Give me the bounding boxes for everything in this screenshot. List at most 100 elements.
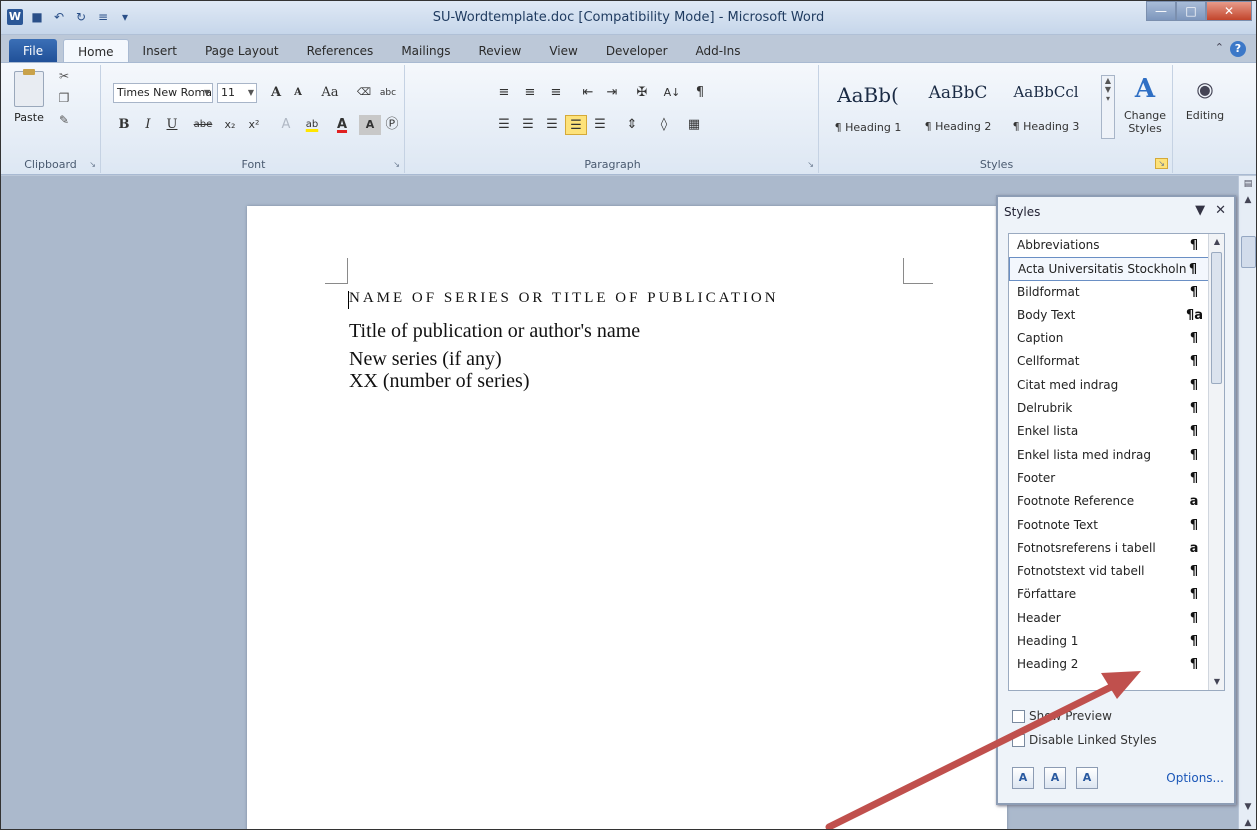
ruler-toggle-icon[interactable]: ▤	[1239, 176, 1256, 192]
scroll-up-icon[interactable]: ▲	[1209, 234, 1224, 250]
tab-page-layout[interactable]: Page Layout	[191, 39, 293, 63]
scrollbar-thumb[interactable]	[1241, 236, 1256, 268]
styles-gallery-scroll[interactable]: ▲ ▼ ▾	[1101, 75, 1115, 139]
bold-button[interactable]: B	[113, 115, 135, 135]
multilevel-list-icon[interactable]: ≡	[545, 83, 567, 103]
style-list-item[interactable]: Enkel lista med indrag ¶	[1009, 444, 1224, 467]
options-link[interactable]: Options...	[1166, 771, 1224, 785]
font-size-box[interactable]: 11 ▼	[217, 83, 257, 103]
previous-page-icon[interactable]: ▲	[1239, 815, 1256, 829]
grow-font-button[interactable]: A	[265, 83, 287, 103]
tab-review[interactable]: Review	[465, 39, 536, 63]
style-list-item[interactable]: Footer ¶	[1009, 467, 1224, 490]
line-spacing-icon[interactable]: ⇕	[621, 115, 643, 135]
help-icon[interactable]: ?	[1230, 41, 1246, 57]
strikethrough-button[interactable]: abe	[189, 115, 217, 135]
checkbox-box[interactable]	[1012, 733, 1025, 747]
italic-button[interactable]: I	[137, 115, 159, 135]
new-style-icon[interactable]: A	[1012, 767, 1034, 789]
style-list-item[interactable]: Fotnotstext vid tabell ¶	[1009, 560, 1224, 583]
format-painter-icon[interactable]: ✎	[55, 113, 73, 129]
shading-icon[interactable]: ◊	[653, 115, 675, 135]
style-list-item[interactable]: Delrubrik ¶	[1009, 397, 1224, 420]
show-preview-checkbox[interactable]: Show Preview	[1012, 709, 1112, 723]
style-list-item[interactable]: Författare ¶	[1009, 583, 1224, 606]
vertical-scrollbar[interactable]: ▤ ▲ ▼ ▲	[1238, 176, 1256, 829]
editing-button[interactable]: ◉ Editing	[1177, 73, 1233, 122]
scroll-down-icon[interactable]: ▼	[1209, 674, 1224, 690]
align-right-icon[interactable]: ☰	[541, 115, 563, 135]
document-page[interactable]: NAME OF SERIES OR TITLE OF PUBLICATION T…	[247, 206, 1007, 829]
sort-button[interactable]: A↓	[661, 83, 683, 103]
paragraph-launcher-icon[interactable]: ↘	[807, 160, 814, 169]
underline-button[interactable]: U	[161, 115, 183, 135]
tab-view[interactable]: View	[535, 39, 591, 63]
align-center-icon[interactable]: ☰	[517, 115, 539, 135]
tab-mailings[interactable]: Mailings	[387, 39, 464, 63]
clipboard-launcher-icon[interactable]: ↘	[89, 160, 96, 169]
style-list-item[interactable]: Footnote Reference a	[1009, 490, 1224, 513]
tab-insert[interactable]: Insert	[129, 39, 191, 63]
manage-styles-icon[interactable]: A	[1076, 767, 1098, 789]
style-list-item[interactable]: Body Text ¶a	[1009, 304, 1224, 327]
tab-add-ins[interactable]: Add-Ins	[682, 39, 755, 63]
clear-formatting-icon[interactable]: ⌫	[353, 83, 375, 103]
text-effects-icon[interactable]: A	[275, 115, 297, 135]
tab-file[interactable]: File	[9, 39, 58, 63]
styles-launcher-icon[interactable]: ↘	[1155, 158, 1168, 169]
distributed-icon[interactable]: ☰	[589, 115, 611, 135]
align-left-icon[interactable]: ☰	[493, 115, 515, 135]
scroll-up-icon[interactable]: ▲	[1239, 192, 1256, 208]
subscript-button[interactable]: x₂	[219, 115, 241, 135]
copy-icon[interactable]: ❐	[55, 91, 73, 107]
checkbox-box[interactable]	[1012, 709, 1025, 723]
style-list-item[interactable]: Heading 2 ¶	[1009, 653, 1224, 676]
change-styles-button[interactable]: A Change Styles	[1117, 73, 1173, 135]
font-color-button[interactable]: A	[331, 115, 353, 135]
highlight-button[interactable]: ab	[301, 115, 323, 135]
style-list-item[interactable]: Caption ¶	[1009, 327, 1224, 350]
bullets-icon[interactable]: ≡	[493, 83, 515, 103]
shrink-font-button[interactable]: A	[287, 83, 309, 103]
style-card-heading-1[interactable]: AaBb( ¶ Heading 1	[827, 75, 909, 141]
scroll-down-icon[interactable]: ▼	[1239, 799, 1256, 815]
style-list-item[interactable]: Heading 1 ¶	[1009, 630, 1224, 653]
disable-linked-styles-checkbox[interactable]: Disable Linked Styles	[1012, 733, 1157, 747]
paste-button[interactable]: Paste	[7, 69, 51, 124]
pane-menu-icon[interactable]: ▼	[1195, 203, 1205, 218]
style-list-item[interactable]: Enkel lista ¶	[1009, 420, 1224, 443]
change-case-button[interactable]: Aa	[315, 83, 345, 103]
borders-icon[interactable]: ▦	[683, 115, 705, 135]
style-list-item[interactable]: Footnote Text ¶	[1009, 514, 1224, 537]
style-list-item[interactable]: Bildformat ¶	[1009, 281, 1224, 304]
increase-indent-icon[interactable]: ⇥	[601, 83, 623, 103]
scrollbar-thumb[interactable]	[1211, 252, 1222, 384]
tab-references[interactable]: References	[293, 39, 388, 63]
maximize-button[interactable]: □	[1176, 1, 1206, 21]
style-list-item[interactable]: Acta Universitatis Stockholn ¶	[1009, 257, 1224, 281]
justify-icon[interactable]: ☰	[565, 115, 587, 135]
styles-list-scrollbar[interactable]: ▲ ▼	[1208, 234, 1224, 690]
minimize-ribbon-icon[interactable]: ⌃	[1215, 41, 1224, 57]
font-launcher-icon[interactable]: ↘	[393, 160, 400, 169]
tab-developer[interactable]: Developer	[592, 39, 682, 63]
numbering-icon[interactable]: ≡	[519, 83, 541, 103]
enclose-characters-icon[interactable]: Ⓟ	[381, 115, 403, 135]
style-list-item[interactable]: Abbreviations ¶	[1009, 234, 1224, 257]
style-card-heading-2[interactable]: AaBbC ¶ Heading 2	[917, 75, 999, 141]
show-marks-button[interactable]: ¶	[689, 83, 711, 103]
font-name-box[interactable]: Times New Roma ▼	[113, 83, 213, 103]
style-inspector-icon[interactable]: A	[1044, 767, 1066, 789]
close-button[interactable]: ✕	[1206, 1, 1252, 21]
phonetic-guide-button[interactable]: abc	[377, 83, 399, 103]
style-list-item[interactable]: Citat med indrag ¶	[1009, 374, 1224, 397]
character-shading-button[interactable]: A	[359, 115, 381, 135]
minimize-button[interactable]: —	[1146, 1, 1176, 21]
style-list-item[interactable]: Header ¶	[1009, 607, 1224, 630]
style-list-item[interactable]: Fotnotsreferens i tabell a	[1009, 537, 1224, 560]
style-card-heading-3[interactable]: AaBbCcl ¶ Heading 3	[1005, 75, 1087, 141]
style-list-item[interactable]: Cellformat ¶	[1009, 350, 1224, 373]
tab-home[interactable]: Home	[63, 39, 129, 63]
asian-layout-icon[interactable]: ✠	[631, 83, 653, 103]
decrease-indent-icon[interactable]: ⇤	[577, 83, 599, 103]
